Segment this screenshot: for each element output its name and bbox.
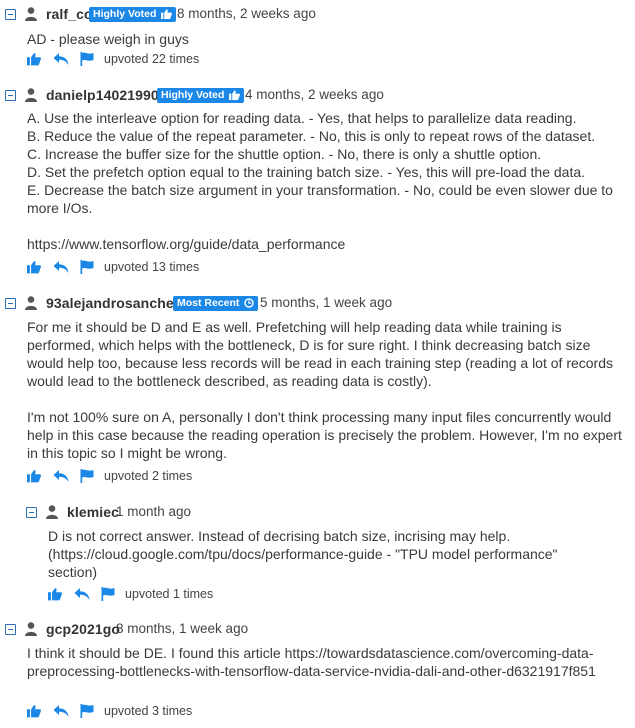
collapse-toggle[interactable] <box>5 298 16 309</box>
upvote-count: upvoted 1 times <box>125 587 214 601</box>
user-icon <box>46 505 58 519</box>
username[interactable]: danielp14021990 <box>46 87 159 103</box>
clock-icon <box>244 298 255 308</box>
upvote-count: upvoted 3 times <box>104 704 193 718</box>
user-icon <box>25 7 37 21</box>
user-icon <box>25 88 37 102</box>
status-badge: Highly Voted <box>89 7 177 22</box>
comment-date: 5 months, 1 week ago <box>260 295 393 310</box>
collapse-toggle[interactable] <box>26 507 37 518</box>
user-icon <box>25 296 37 310</box>
status-badge: Highly Voted <box>157 88 245 103</box>
comment-date: 1 month ago <box>116 504 192 519</box>
comment-date: 8 months, 1 week ago <box>116 621 249 636</box>
status-badge: Most Recent <box>173 296 259 311</box>
upvote-icon[interactable] <box>27 469 41 483</box>
upvote-count: upvoted 13 times <box>104 260 200 274</box>
upvote-icon[interactable] <box>27 704 41 718</box>
flag-icon[interactable] <box>101 587 115 601</box>
user-icon <box>25 622 37 636</box>
reply-icon[interactable] <box>53 260 69 274</box>
reply-icon[interactable] <box>53 52 69 66</box>
comment-text: For me it should be D and E as well. Pre… <box>27 319 622 461</box>
comment-text: I think it should be DE. I found this ar… <box>27 645 596 679</box>
comment-text: A. Use the interleave option for reading… <box>27 110 613 252</box>
upvote-count: upvoted 2 times <box>104 469 193 483</box>
collapse-toggle[interactable] <box>5 9 16 20</box>
username[interactable]: 93alejandrosanchez <box>46 295 181 311</box>
upvote-icon[interactable] <box>48 587 62 601</box>
username[interactable]: ralf_cc <box>46 6 92 22</box>
flag-icon[interactable] <box>80 469 94 483</box>
collapse-toggle[interactable] <box>5 624 16 635</box>
collapse-toggle[interactable] <box>5 90 16 101</box>
comment-date: 8 months, 2 weeks ago <box>177 6 316 21</box>
thumbs-up-icon <box>229 90 241 100</box>
upvote-icon[interactable] <box>27 52 41 66</box>
username[interactable]: klemiec <box>67 504 119 520</box>
flag-icon[interactable] <box>80 52 94 66</box>
upvote-count: upvoted 22 times <box>104 52 200 66</box>
username[interactable]: gcp2021go <box>46 621 120 637</box>
comment-text: D is not correct answer. Instead of decr… <box>48 528 558 580</box>
reply-icon[interactable] <box>74 587 90 601</box>
flag-icon[interactable] <box>80 704 94 718</box>
comment-date: 4 months, 2 weeks ago <box>245 87 384 102</box>
reply-icon[interactable] <box>53 704 69 718</box>
thumbs-up-icon <box>161 9 173 19</box>
upvote-icon[interactable] <box>27 260 41 274</box>
comment-text: AD - please weigh in guys <box>27 31 189 47</box>
flag-icon[interactable] <box>80 260 94 274</box>
reply-icon[interactable] <box>53 469 69 483</box>
